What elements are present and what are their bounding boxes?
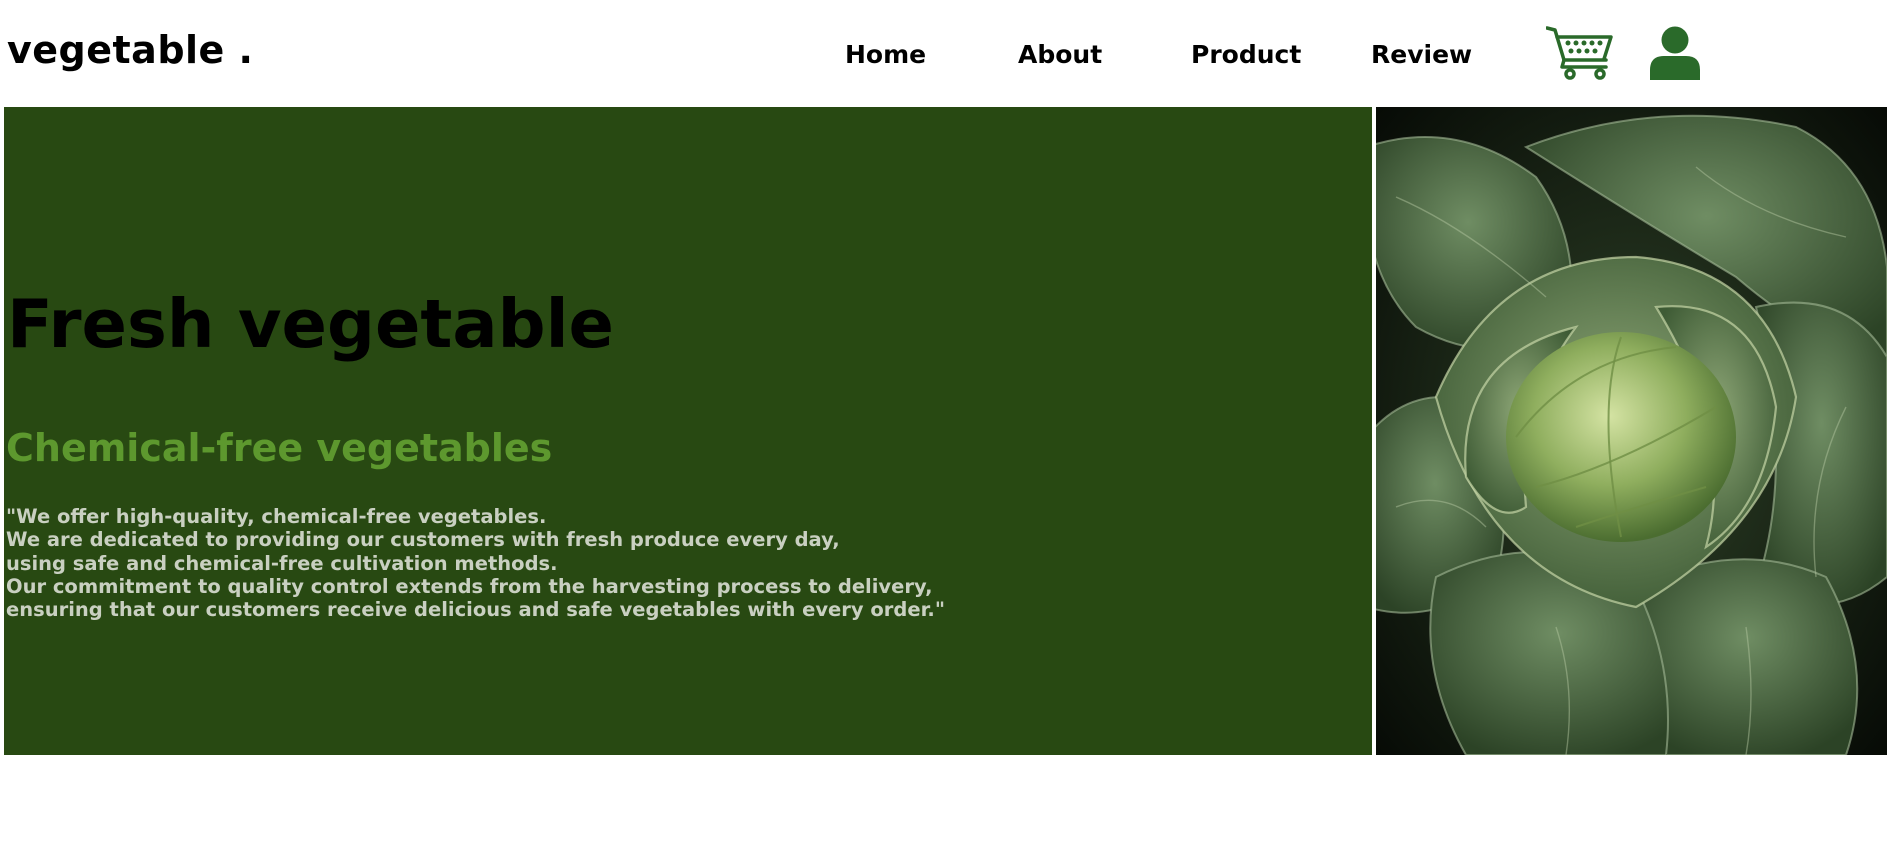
hero-title: Fresh vegetable (7, 285, 614, 363)
nav-review-link[interactable]: Review (1371, 40, 1472, 69)
hero-section: Fresh vegetable Chemical-free vegetables… (4, 107, 1372, 755)
description-line: "We offer high-quality, chemical-free ve… (6, 505, 547, 528)
cart-button[interactable] (1545, 26, 1614, 81)
nav-home-link[interactable]: Home (845, 40, 926, 69)
cabbage-image (1376, 107, 1887, 755)
site-logo[interactable]: vegetable . (7, 28, 254, 72)
shopping-cart-icon (1545, 26, 1613, 80)
site-header: vegetable . Home About Product Review (0, 0, 1891, 106)
user-icon (1650, 26, 1700, 80)
nav-product-link[interactable]: Product (1191, 40, 1301, 69)
hero-description: "We offer high-quality, chemical-free ve… (6, 505, 945, 621)
page: vegetable . Home About Product Review Fr… (0, 0, 1891, 862)
description-line: We are dedicated to providing our custom… (6, 528, 840, 552)
hero-subtitle: Chemical-free vegetables (6, 426, 553, 470)
description-line: ensuring that our customers receive deli… (6, 598, 945, 622)
description-line: Our commitment to quality control extend… (6, 574, 933, 598)
nav-about-link[interactable]: About (1018, 40, 1102, 69)
description-line: using safe and chemical-free cultivation… (6, 551, 558, 575)
account-button[interactable] (1648, 26, 1702, 80)
